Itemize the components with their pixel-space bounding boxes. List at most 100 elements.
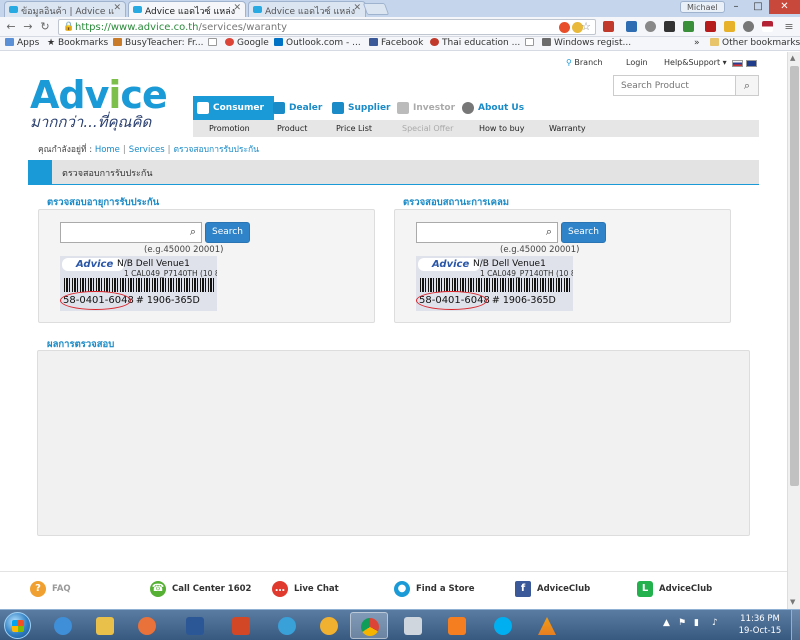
breadcrumb-services[interactable]: Services: [129, 145, 165, 155]
page-scrollbar[interactable]: ▲ ▼: [787, 52, 800, 609]
footer-line-adviceclub[interactable]: L AdviceClub: [637, 581, 712, 597]
bookmarks-overflow-button[interactable]: »: [694, 38, 700, 48]
claim-serial-input[interactable]: [417, 223, 537, 242]
tab-label: Advice แอดไวซ์ แหล่ง: [145, 7, 236, 17]
tray-overflow-icon[interactable]: ▲: [663, 618, 670, 628]
footer-live-chat[interactable]: … Live Chat: [272, 581, 339, 597]
forward-arrow-icon[interactable]: →: [21, 20, 35, 34]
extension-flag-icon[interactable]: [762, 21, 773, 32]
extension-block-icon[interactable]: [743, 21, 754, 32]
login-link[interactable]: Login: [626, 58, 648, 67]
taskbar-chrome[interactable]: [350, 612, 388, 639]
help-support-menu[interactable]: Help&Support ▾: [664, 58, 727, 67]
scroll-down-arrow-icon[interactable]: ▼: [790, 598, 795, 606]
extension-blue-icon[interactable]: [626, 21, 637, 32]
taskbar-word[interactable]: [176, 612, 214, 639]
menu-consumer[interactable]: Consumer: [193, 96, 274, 120]
tray-volume-icon[interactable]: ♪: [712, 618, 718, 628]
submenu-product[interactable]: Product: [277, 120, 307, 137]
uk-flag-icon[interactable]: [746, 60, 757, 67]
bookmark-windows-registry[interactable]: Windows regist...: [542, 38, 631, 48]
logo-wordmark: Advice: [30, 76, 168, 114]
minimize-button[interactable]: –: [725, 0, 747, 14]
taskbar-explorer[interactable]: [86, 612, 124, 639]
site-footer: ? FAQ ☎ Call Center 1602 … Live Chat ● Find …: [0, 571, 787, 609]
warranty-serial-input[interactable]: [61, 223, 181, 242]
footer-find-store[interactable]: ● Find a Store: [394, 581, 475, 597]
extension-red-icon[interactable]: [559, 22, 570, 33]
taskbar-media-player[interactable]: [128, 612, 166, 639]
menu-about-us[interactable]: About Us: [458, 96, 524, 120]
other-bookmarks[interactable]: Other bookmarks: [710, 38, 800, 48]
product-search-input[interactable]: [614, 76, 736, 95]
star-icon: ★: [47, 38, 58, 48]
bookmark-google[interactable]: Google: [225, 38, 269, 48]
tray-network-icon[interactable]: ▮: [694, 618, 699, 628]
close-tab-icon[interactable]: ✕: [233, 3, 241, 13]
search-icon[interactable]: ⌕: [735, 76, 758, 95]
bookmark-facebook[interactable]: Facebook: [369, 38, 423, 48]
close-tab-icon[interactable]: ✕: [113, 3, 121, 13]
extension-shield-icon[interactable]: [705, 21, 716, 32]
taskbar-calculator[interactable]: [394, 612, 432, 639]
tray-flag-icon[interactable]: ⚑: [678, 618, 686, 628]
browser-tab-2[interactable]: Advice แอดไวซ์ แหล่ง ✕: [128, 1, 246, 17]
thai-flag-icon[interactable]: [732, 60, 743, 67]
taskbar-clock[interactable]: 11:36 PM 19-Oct-15: [735, 613, 785, 637]
address-bar[interactable]: 🔒 https://www.advice.co.th/services/wara…: [58, 19, 596, 35]
footer-call-center[interactable]: ☎ Call Center 1602: [150, 581, 251, 597]
start-button[interactable]: [4, 612, 31, 639]
branch-link[interactable]: ⚲ Branch: [566, 58, 603, 67]
bookmarks-bar: Apps ★ Bookmarks BusyTeacher: Fr... Goog…: [0, 37, 800, 51]
warranty-search-button[interactable]: Search: [205, 222, 250, 243]
extension-glasses-icon[interactable]: [664, 21, 675, 32]
back-arrow-icon[interactable]: ←: [4, 20, 18, 34]
submenu-warranty[interactable]: Warranty: [549, 120, 586, 137]
browser-tab-3[interactable]: Advice แอดไวซ์ แหล่ง ✕: [248, 1, 366, 17]
bookmark-blank[interactable]: [208, 38, 220, 48]
taskbar-powerpoint[interactable]: [222, 612, 260, 639]
bookmark-apps[interactable]: Apps: [5, 38, 39, 48]
extension-book-icon[interactable]: [603, 21, 614, 32]
close-window-button[interactable]: ✕: [769, 0, 800, 14]
breadcrumb-current[interactable]: ตรวจสอบการรับประกัน: [174, 145, 259, 155]
bookmark-blank-2[interactable]: [525, 38, 537, 48]
taskbar-app-6[interactable]: [268, 612, 306, 639]
submenu-how-to-buy[interactable]: How to buy: [479, 120, 524, 137]
menu-supplier[interactable]: Supplier: [328, 96, 391, 120]
maximize-button[interactable]: □: [747, 0, 769, 14]
new-tab-button[interactable]: [362, 3, 390, 15]
footer-facebook-adviceclub[interactable]: f AdviceClub: [515, 581, 590, 597]
scroll-up-arrow-icon[interactable]: ▲: [790, 54, 795, 62]
footer-label: Find a Store: [416, 584, 475, 594]
bookmark-thai-education[interactable]: Thai education ...: [430, 38, 520, 48]
reload-icon[interactable]: ↻: [38, 20, 52, 34]
bookmark-bookmarks[interactable]: ★ Bookmarks: [47, 38, 108, 48]
taskbar-skype[interactable]: [484, 612, 522, 639]
scrollbar-thumb[interactable]: [790, 66, 799, 486]
extension-green-icon[interactable]: [683, 21, 694, 32]
menu-dealer[interactable]: Dealer: [269, 96, 322, 120]
taskbar-app-7[interactable]: [310, 612, 348, 639]
profile-button[interactable]: Michael: [680, 1, 725, 13]
taskbar-ie[interactable]: [44, 612, 82, 639]
submenu-promotion[interactable]: Promotion: [209, 120, 250, 137]
taskbar-app-10[interactable]: [438, 612, 476, 639]
claim-search-button[interactable]: Search: [561, 222, 606, 243]
advice-logo[interactable]: Advice มากกว่า...ที่คุณคิด: [30, 76, 168, 130]
bookmark-star-icon[interactable]: ☆: [581, 20, 591, 33]
show-desktop-button[interactable]: [791, 610, 800, 640]
extension-gray-icon[interactable]: [645, 21, 656, 32]
submenu-price-list[interactable]: Price List: [336, 120, 372, 137]
chrome-menu-icon[interactable]: ≡: [782, 20, 796, 34]
extension-download-icon[interactable]: [724, 21, 735, 32]
taskbar-vlc[interactable]: [528, 612, 566, 639]
tab-label: Advice แอดไวซ์ แหล่ง: [265, 7, 356, 17]
bookmark-label: Google: [237, 38, 269, 48]
bookmark-busyteacher[interactable]: BusyTeacher: Fr...: [113, 38, 204, 48]
bookmark-outlook[interactable]: Outlook.com - ...: [274, 38, 361, 48]
browser-tab-1[interactable]: ข้อมูลอินค้า | Advice แ ✕: [4, 1, 126, 17]
breadcrumb-home[interactable]: Home: [95, 145, 120, 155]
close-tab-icon[interactable]: ✕: [353, 3, 361, 13]
footer-faq[interactable]: ? FAQ: [30, 581, 71, 597]
